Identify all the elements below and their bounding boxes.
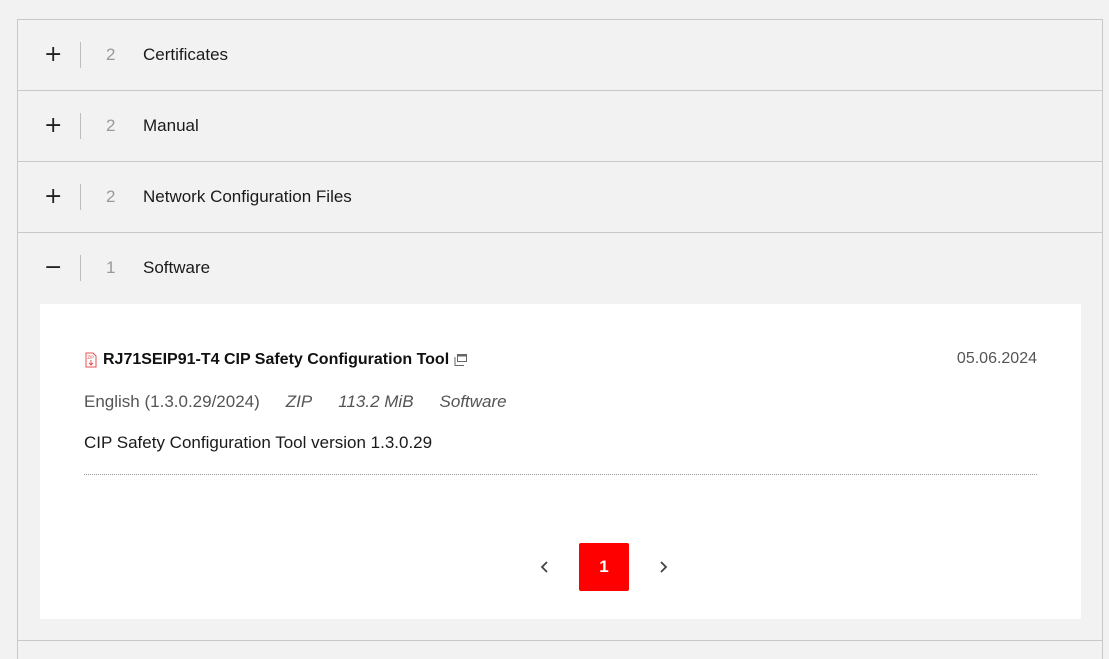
pagination: 1 (84, 543, 1037, 591)
item-count: 2 (106, 45, 116, 64)
download-accordion: + 2 Certificates + 2 Manual + 2 Network … (17, 19, 1103, 659)
document-title-link[interactable]: RJ71SEIP91-T4 CIP Safety Configuration T… (103, 351, 449, 369)
svg-text:ZIP: ZIP (87, 355, 94, 360)
document-meta: English (1.3.0.29/2024) ZIP 113.2 MiB So… (84, 392, 1037, 412)
software-panel: ZIP RJ71SEIP91-T4 CIP Safety Configurati… (40, 304, 1081, 619)
expand-plus-icon[interactable]: + (44, 44, 62, 66)
chevron-left-icon[interactable] (530, 553, 558, 581)
open-in-new-window-icon[interactable] (454, 354, 468, 366)
zip-file-icon: ZIP (85, 352, 97, 368)
document-category: Software (439, 392, 507, 411)
document-date: 05.06.2024 (956, 350, 1037, 367)
header-divider (80, 255, 81, 281)
document-item: ZIP RJ71SEIP91-T4 CIP Safety Configurati… (84, 348, 1037, 591)
section-title: Software (143, 258, 211, 277)
document-description: CIP Safety Configuration Tool version 1.… (84, 433, 433, 452)
chevron-right-icon[interactable] (650, 553, 678, 581)
document-size: 113.2 MiB (338, 392, 414, 411)
item-count: 1 (106, 258, 116, 277)
header-divider (80, 113, 81, 139)
collapse-minus-icon[interactable]: − (44, 257, 62, 279)
document-title-line: ZIP RJ71SEIP91-T4 CIP Safety Configurati… (84, 348, 1037, 372)
expand-plus-icon[interactable]: + (44, 186, 62, 208)
dotted-divider (84, 474, 1037, 475)
document-language: English (1.3.0.29/2024) (84, 392, 260, 411)
item-count: 2 (106, 116, 116, 135)
item-count: 2 (106, 187, 116, 206)
accordion-header-certificates[interactable]: + 2 Certificates (18, 20, 1102, 91)
section-title: Network Configuration Files (143, 187, 352, 206)
header-divider (80, 42, 81, 68)
accordion-bottom-border (18, 640, 1102, 641)
header-divider (80, 184, 81, 210)
expand-plus-icon[interactable]: + (44, 115, 62, 137)
section-title: Manual (143, 116, 199, 135)
document-format: ZIP (285, 392, 313, 411)
section-title: Certificates (143, 45, 229, 64)
accordion-header-network-configuration-files[interactable]: + 2 Network Configuration Files (18, 162, 1102, 233)
accordion-header-manual[interactable]: + 2 Manual (18, 91, 1102, 162)
accordion-header-software[interactable]: − 1 Software (18, 233, 1102, 303)
page-button-current[interactable]: 1 (579, 543, 629, 591)
